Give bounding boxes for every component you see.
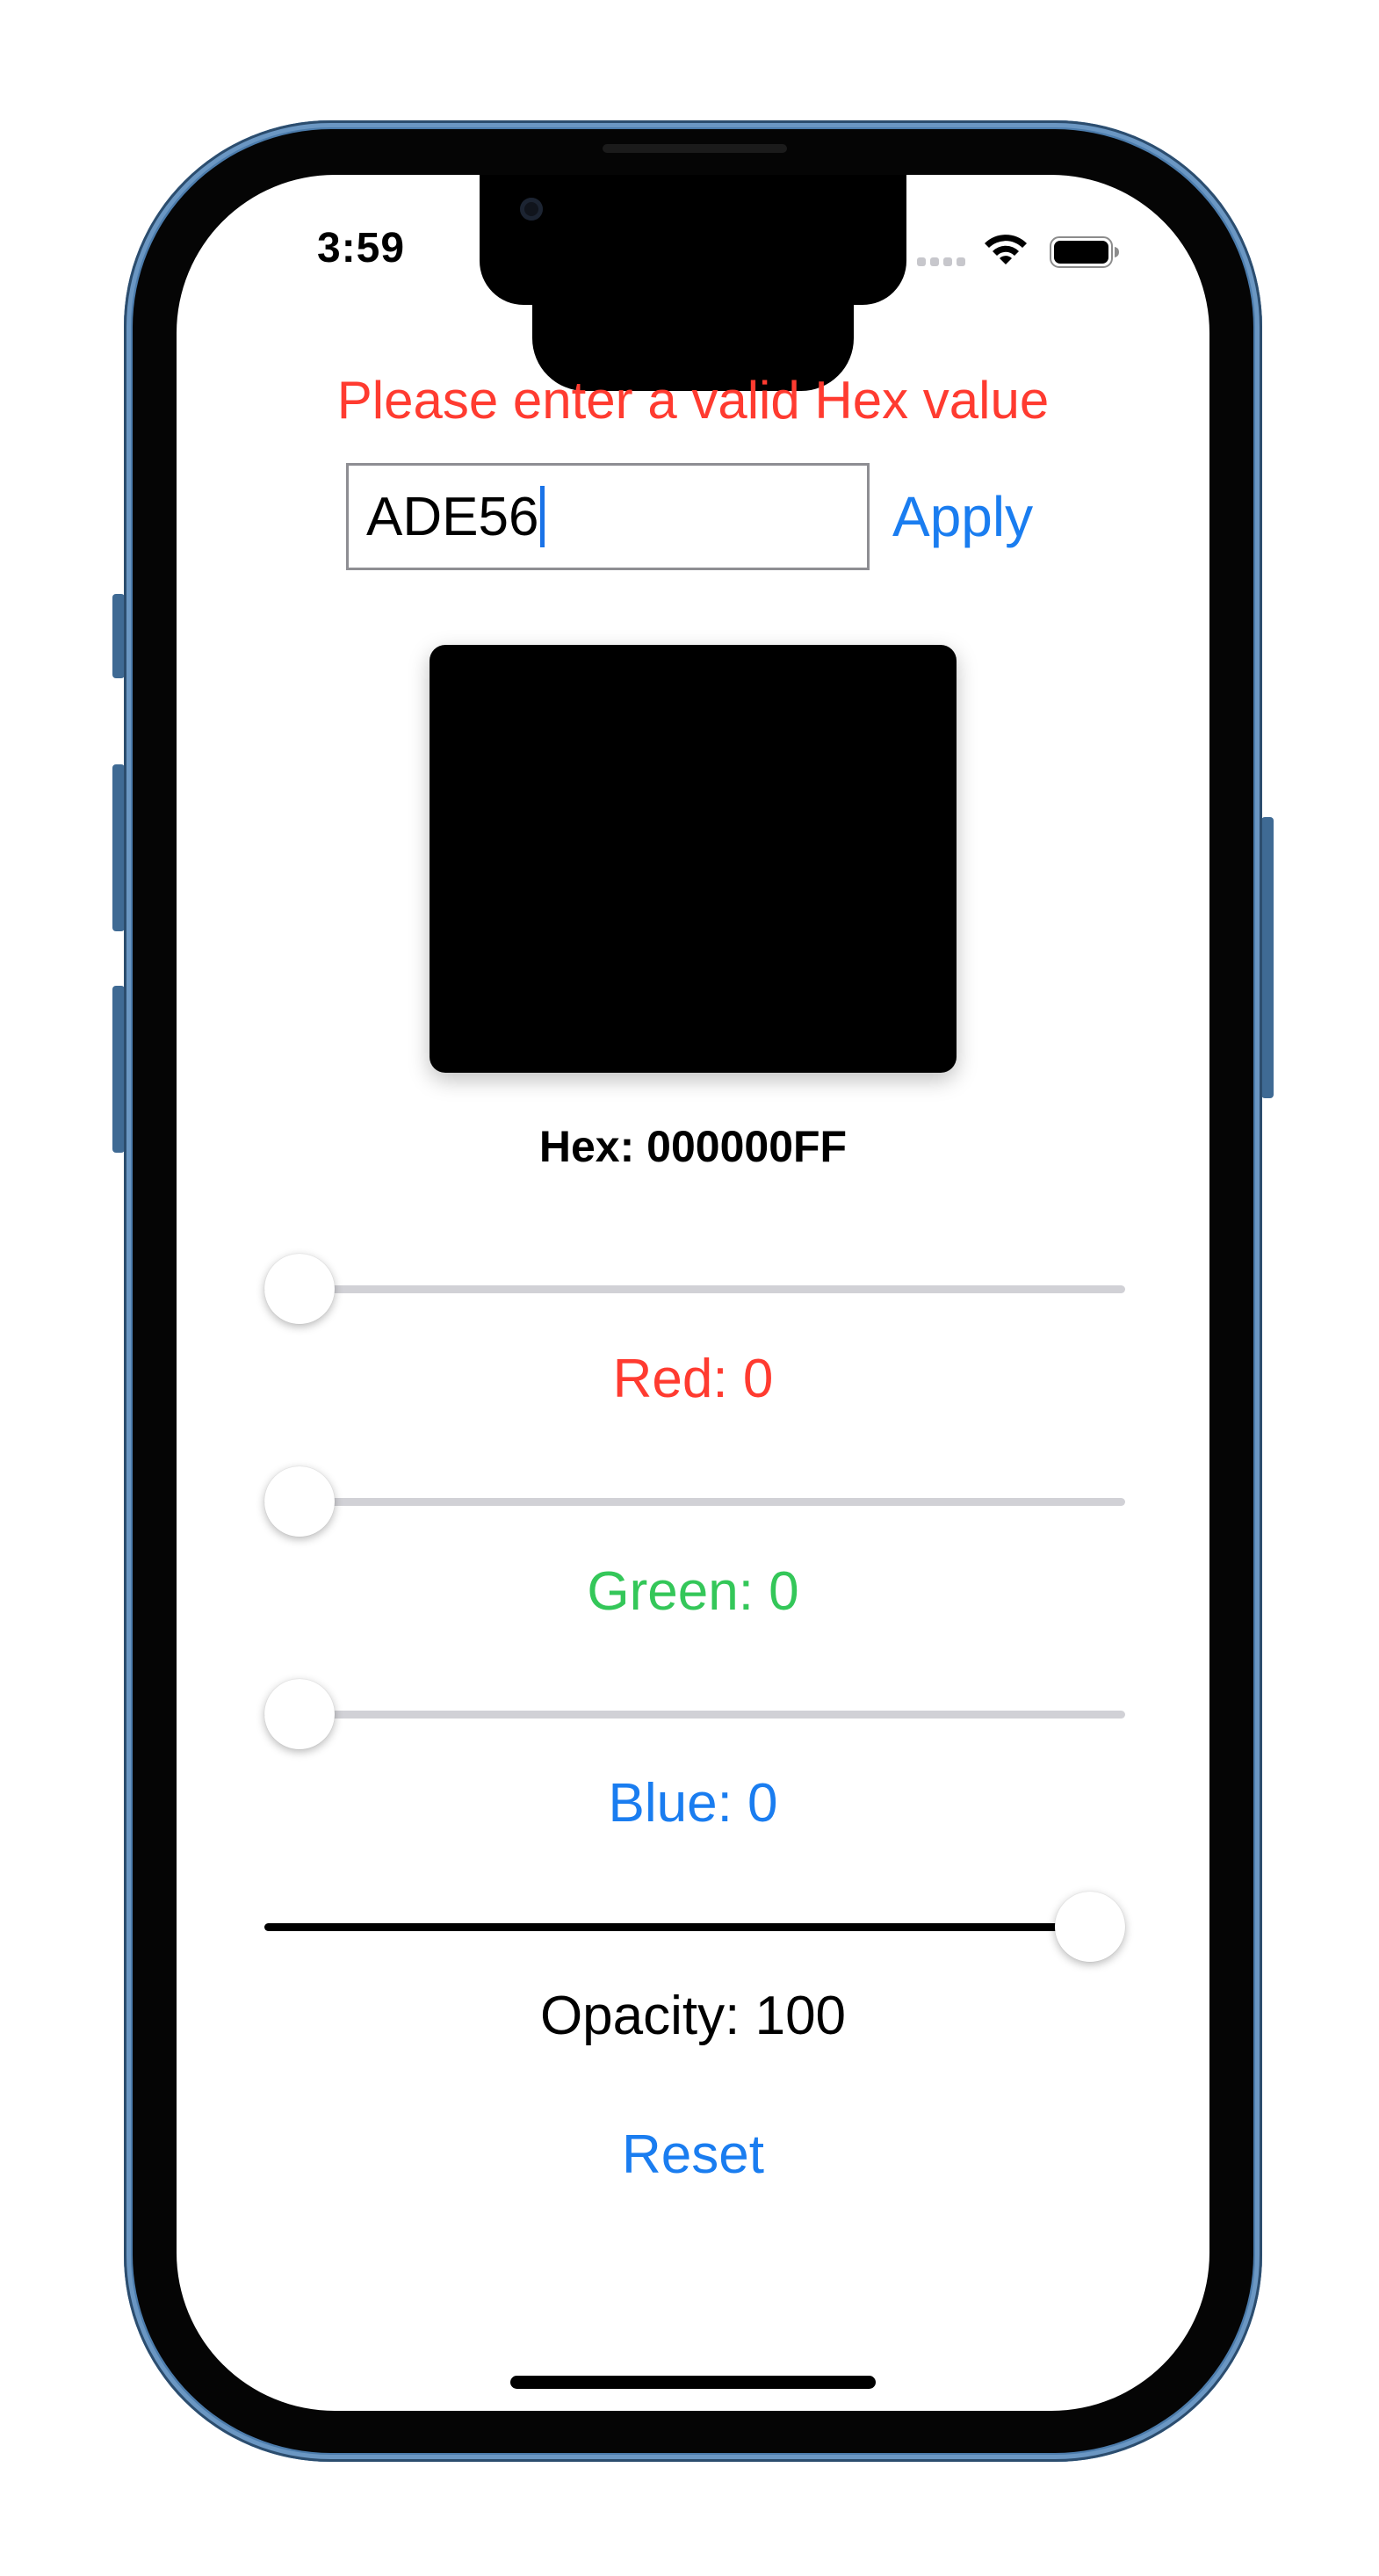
opacity-slider[interactable]: [264, 1892, 1125, 1962]
battery-icon: [1050, 236, 1119, 268]
color-preview-swatch: [430, 645, 957, 1073]
green-slider[interactable]: [264, 1466, 1125, 1537]
blue-slider[interactable]: [264, 1679, 1125, 1749]
slider-fill: [264, 1923, 1090, 1931]
slider-thumb[interactable]: [264, 1679, 335, 1749]
hex-input-value: ADE56: [366, 486, 539, 547]
volume-down-button[interactable]: [112, 986, 125, 1153]
slider-thumb[interactable]: [1055, 1892, 1125, 1962]
slider-thumb[interactable]: [264, 1254, 335, 1324]
hex-input-field[interactable]: ADE56: [346, 463, 870, 570]
red-value-label: Red: 0: [612, 1349, 774, 1409]
home-indicator[interactable]: [510, 2376, 876, 2389]
phone-screen: 3:59 Please enter a valid Hex value ADE5…: [177, 175, 1209, 2411]
speaker-grille: [603, 144, 787, 153]
green-value-label: Green: 0: [587, 1561, 799, 1622]
status-time: 3:59: [317, 225, 406, 271]
power-button[interactable]: [1261, 817, 1274, 1098]
slider-thumb[interactable]: [264, 1466, 335, 1537]
cellular-signal-icon: [917, 255, 970, 266]
blue-value-label: Blue: 0: [608, 1773, 778, 1834]
front-camera: [520, 198, 543, 221]
opacity-value-label: Opacity: 100: [539, 1986, 847, 2046]
wifi-icon: [985, 235, 1027, 264]
reset-button[interactable]: Reset: [177, 2124, 1209, 2186]
hex-value-label: Hex: 000000FF: [538, 1122, 848, 1171]
action-button[interactable]: [112, 594, 125, 678]
red-slider[interactable]: [264, 1254, 1125, 1324]
apply-button[interactable]: Apply: [892, 484, 1033, 549]
volume-up-button[interactable]: [112, 764, 125, 931]
slider-track: [264, 1498, 1125, 1506]
slider-track: [264, 1285, 1125, 1293]
text-cursor: [540, 486, 545, 547]
validation-error-message: Please enter a valid Hex value: [336, 371, 1050, 430]
slider-track: [264, 1711, 1125, 1719]
